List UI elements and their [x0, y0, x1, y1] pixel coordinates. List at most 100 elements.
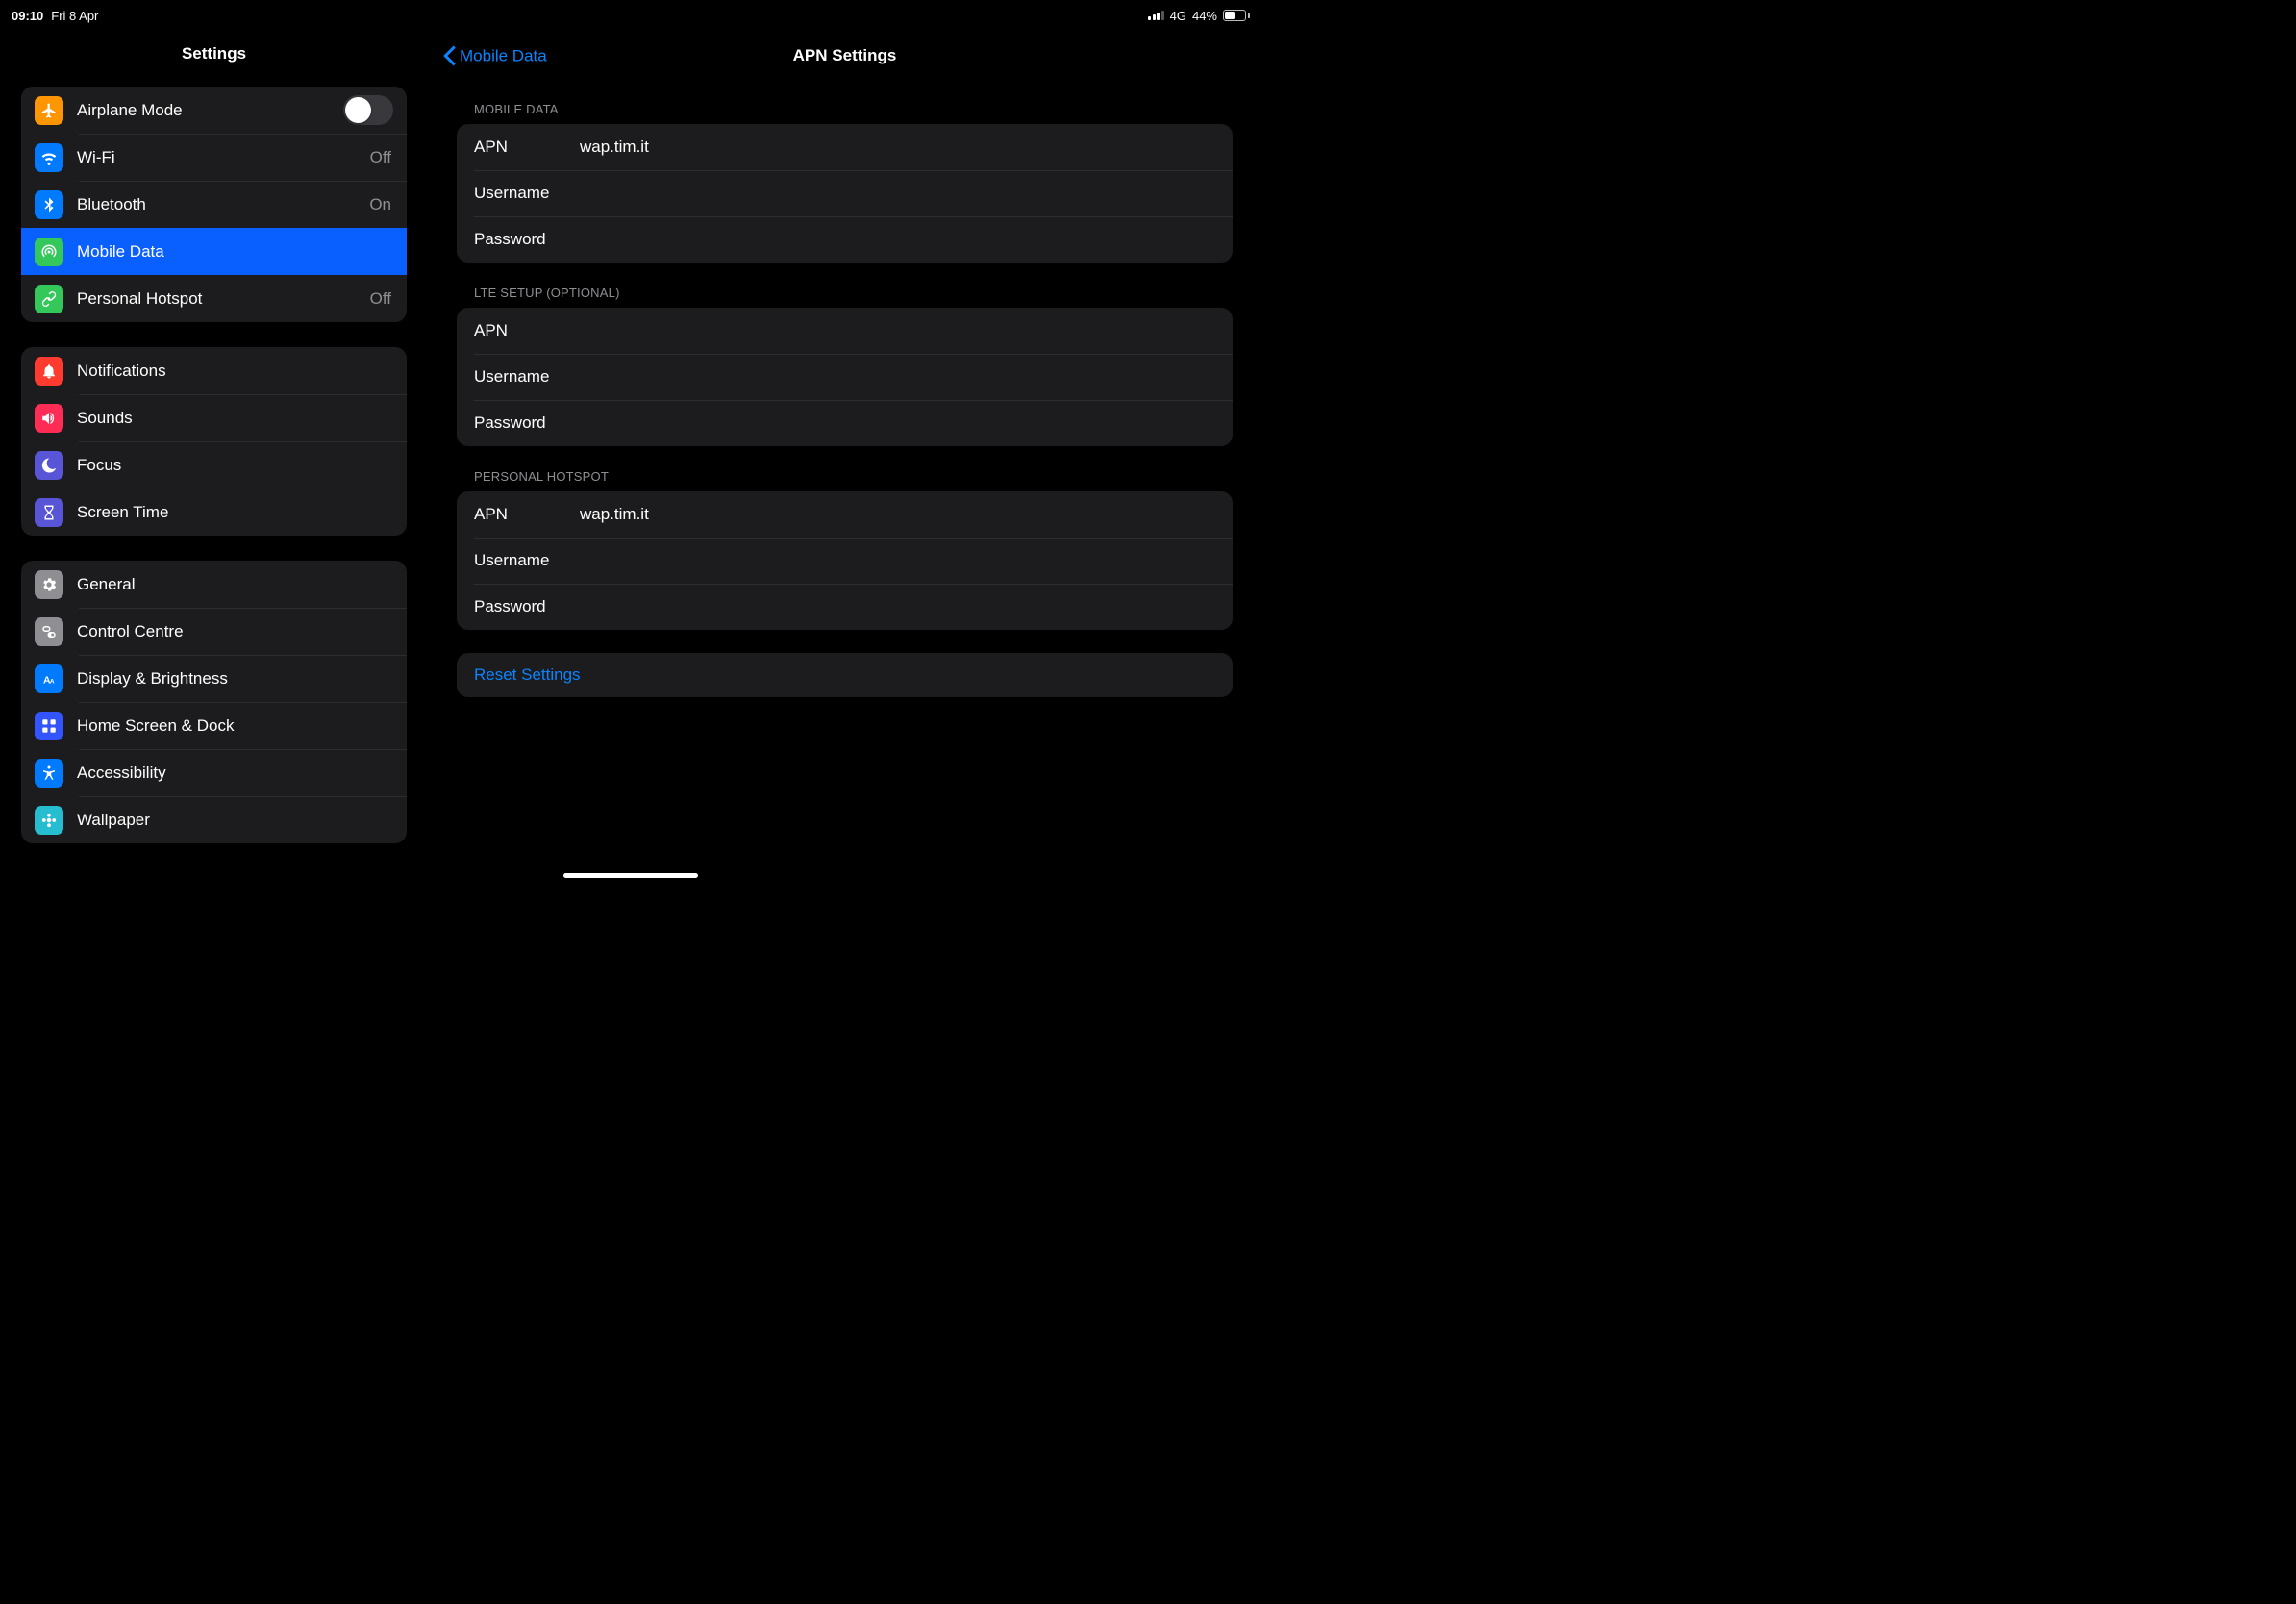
status-network: 4G	[1170, 9, 1186, 23]
settings-sidebar: Settings Airplane Mode Wi-Fi Off	[0, 27, 428, 882]
section-header: LTE SETUP (OPTIONAL)	[457, 286, 1233, 308]
sidebar-item-hotspot[interactable]: Personal Hotspot Off	[21, 275, 407, 322]
reset-settings-button[interactable]: Reset Settings	[457, 653, 1233, 697]
sidebar-item-label: Display & Brightness	[77, 669, 393, 689]
sidebar-item-control-centre[interactable]: Control Centre	[21, 608, 407, 655]
sidebar-item-accessibility[interactable]: Accessibility	[21, 749, 407, 796]
password-input[interactable]	[580, 414, 1215, 433]
field-label: APN	[474, 321, 580, 340]
sidebar-item-display[interactable]: AA Display & Brightness	[21, 655, 407, 702]
field-label: Password	[474, 230, 580, 249]
svg-text:A: A	[50, 678, 55, 685]
detail-pane: Mobile Data APN Settings MOBILE DATA APN…	[428, 27, 1261, 882]
password-input[interactable]	[580, 597, 1215, 616]
sidebar-item-label: Sounds	[77, 409, 393, 428]
link-icon	[35, 285, 63, 313]
sidebar-item-value: Off	[370, 148, 391, 167]
username-input[interactable]	[580, 551, 1215, 570]
field-password[interactable]: Password	[457, 584, 1233, 630]
field-label: APN	[474, 505, 580, 524]
section-reset: Reset Settings	[457, 653, 1233, 697]
section-card: APN Username Password	[457, 308, 1233, 446]
sidebar-item-wallpaper[interactable]: Wallpaper	[21, 796, 407, 843]
field-username[interactable]: Username	[457, 538, 1233, 584]
accessibility-icon	[35, 759, 63, 788]
section-card: APN Username Password	[457, 124, 1233, 263]
sidebar-item-notifications[interactable]: Notifications	[21, 347, 407, 394]
airplane-toggle[interactable]	[343, 95, 393, 125]
username-input[interactable]	[580, 367, 1215, 387]
hourglass-icon	[35, 498, 63, 527]
switches-icon	[35, 617, 63, 646]
section-header: MOBILE DATA	[457, 102, 1233, 124]
section-header: PERSONAL HOTSPOT	[457, 469, 1233, 491]
battery-icon	[1223, 10, 1250, 21]
section-lte-setup: LTE SETUP (OPTIONAL) APN Username Passwo…	[457, 286, 1233, 446]
airplane-icon	[35, 96, 63, 125]
text-size-icon: AA	[35, 664, 63, 693]
section-mobile-data: MOBILE DATA APN Username Password	[457, 102, 1233, 263]
sidebar-item-focus[interactable]: Focus	[21, 441, 407, 489]
sidebar-item-value: Off	[370, 289, 391, 309]
field-username[interactable]: Username	[457, 354, 1233, 400]
password-input[interactable]	[580, 230, 1215, 249]
sidebar-title: Settings	[0, 27, 428, 79]
field-label: Username	[474, 184, 580, 203]
home-indicator[interactable]	[563, 873, 698, 878]
sidebar-item-label: Airplane Mode	[77, 101, 330, 120]
sidebar-item-label: Focus	[77, 456, 393, 475]
reset-label: Reset Settings	[474, 665, 581, 685]
sidebar-group-attention: Notifications Sounds Focus	[21, 347, 407, 536]
apn-input[interactable]	[580, 321, 1215, 340]
sidebar-item-general[interactable]: General	[21, 561, 407, 608]
sidebar-item-screen-time[interactable]: Screen Time	[21, 489, 407, 536]
sidebar-group-connectivity: Airplane Mode Wi-Fi Off Bluetooth On	[21, 87, 407, 322]
field-apn[interactable]: APN	[457, 124, 1233, 170]
sidebar-item-sounds[interactable]: Sounds	[21, 394, 407, 441]
sidebar-item-label: General	[77, 575, 393, 594]
sidebar-item-bluetooth[interactable]: Bluetooth On	[21, 181, 407, 228]
bell-icon	[35, 357, 63, 386]
sidebar-item-wifi[interactable]: Wi-Fi Off	[21, 134, 407, 181]
sidebar-item-home-screen[interactable]: Home Screen & Dock	[21, 702, 407, 749]
sidebar-item-label: Screen Time	[77, 503, 393, 522]
sidebar-item-label: Control Centre	[77, 622, 393, 641]
wifi-icon	[35, 143, 63, 172]
sidebar-item-value: On	[369, 195, 391, 214]
status-bar: 09:10 Fri 8 Apr 4G 44%	[0, 4, 1261, 27]
sidebar-item-label: Personal Hotspot	[77, 289, 357, 309]
sidebar-item-label: Mobile Data	[77, 242, 393, 262]
sidebar-item-label: Accessibility	[77, 764, 393, 783]
sidebar-group-device: General Control Centre AA Display & Brig…	[21, 561, 407, 843]
back-label: Mobile Data	[460, 46, 547, 65]
field-label: Username	[474, 367, 580, 387]
field-password[interactable]: Password	[457, 216, 1233, 263]
sidebar-item-mobile-data[interactable]: Mobile Data	[21, 228, 407, 275]
field-apn[interactable]: APN	[457, 491, 1233, 538]
flower-icon	[35, 806, 63, 835]
field-label: Username	[474, 551, 580, 570]
section-card: APN Username Password	[457, 491, 1233, 630]
field-label: APN	[474, 138, 580, 157]
status-battery-pct: 44%	[1192, 9, 1217, 23]
chevron-left-icon	[443, 46, 456, 66]
sidebar-item-label: Home Screen & Dock	[77, 716, 393, 736]
field-username[interactable]: Username	[457, 170, 1233, 216]
field-label: Password	[474, 597, 580, 616]
apn-input[interactable]	[580, 505, 1215, 524]
reset-card: Reset Settings	[457, 653, 1233, 697]
sidebar-item-label: Wi-Fi	[77, 148, 357, 167]
sidebar-item-label: Wallpaper	[77, 811, 393, 830]
sidebar-item-label: Bluetooth	[77, 195, 356, 214]
back-button[interactable]: Mobile Data	[443, 46, 547, 66]
field-label: Password	[474, 414, 580, 433]
grid-icon	[35, 712, 63, 740]
antenna-icon	[35, 238, 63, 266]
sidebar-item-airplane[interactable]: Airplane Mode	[21, 87, 407, 134]
apn-input[interactable]	[580, 138, 1215, 157]
status-date: Fri 8 Apr	[51, 9, 98, 23]
field-apn[interactable]: APN	[457, 308, 1233, 354]
username-input[interactable]	[580, 184, 1215, 203]
field-password[interactable]: Password	[457, 400, 1233, 446]
status-time: 09:10	[12, 9, 43, 23]
